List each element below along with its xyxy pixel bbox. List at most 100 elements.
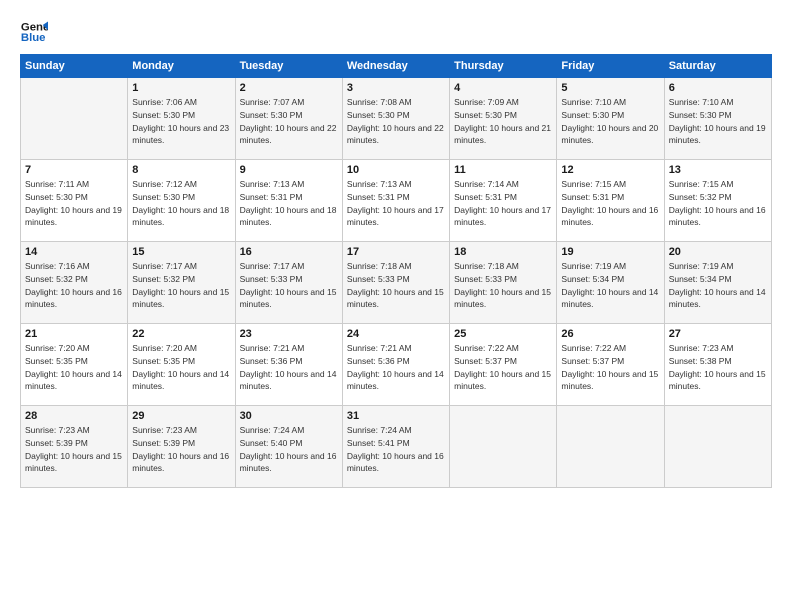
day-info: Sunrise: 7:21 AMSunset: 5:36 PMDaylight:…	[240, 343, 337, 391]
day-cell: 4 Sunrise: 7:09 AMSunset: 5:30 PMDayligh…	[450, 78, 557, 160]
day-info: Sunrise: 7:21 AMSunset: 5:36 PMDaylight:…	[347, 343, 444, 391]
day-info: Sunrise: 7:22 AMSunset: 5:37 PMDaylight:…	[561, 343, 658, 391]
week-row-1: 7 Sunrise: 7:11 AMSunset: 5:30 PMDayligh…	[21, 160, 772, 242]
weekday-header-monday: Monday	[128, 55, 235, 78]
weekday-header-tuesday: Tuesday	[235, 55, 342, 78]
day-cell: 8 Sunrise: 7:12 AMSunset: 5:30 PMDayligh…	[128, 160, 235, 242]
day-info: Sunrise: 7:13 AMSunset: 5:31 PMDaylight:…	[240, 179, 337, 227]
day-info: Sunrise: 7:19 AMSunset: 5:34 PMDaylight:…	[561, 261, 658, 309]
logo-icon: General Blue	[20, 18, 48, 46]
day-cell: 20 Sunrise: 7:19 AMSunset: 5:34 PMDaylig…	[664, 242, 771, 324]
day-cell: 30 Sunrise: 7:24 AMSunset: 5:40 PMDaylig…	[235, 406, 342, 488]
day-number: 2	[240, 82, 338, 94]
day-cell: 10 Sunrise: 7:13 AMSunset: 5:31 PMDaylig…	[342, 160, 449, 242]
day-info: Sunrise: 7:13 AMSunset: 5:31 PMDaylight:…	[347, 179, 444, 227]
day-info: Sunrise: 7:19 AMSunset: 5:34 PMDaylight:…	[669, 261, 766, 309]
day-number: 4	[454, 82, 552, 94]
day-number: 28	[25, 410, 123, 422]
day-number: 25	[454, 328, 552, 340]
day-cell: 15 Sunrise: 7:17 AMSunset: 5:32 PMDaylig…	[128, 242, 235, 324]
week-row-2: 14 Sunrise: 7:16 AMSunset: 5:32 PMDaylig…	[21, 242, 772, 324]
day-cell: 25 Sunrise: 7:22 AMSunset: 5:37 PMDaylig…	[450, 324, 557, 406]
weekday-header-friday: Friday	[557, 55, 664, 78]
day-cell: 22 Sunrise: 7:20 AMSunset: 5:35 PMDaylig…	[128, 324, 235, 406]
day-cell	[664, 406, 771, 488]
day-number: 1	[132, 82, 230, 94]
day-info: Sunrise: 7:15 AMSunset: 5:32 PMDaylight:…	[669, 179, 766, 227]
day-cell: 13 Sunrise: 7:15 AMSunset: 5:32 PMDaylig…	[664, 160, 771, 242]
day-info: Sunrise: 7:11 AMSunset: 5:30 PMDaylight:…	[25, 179, 122, 227]
day-number: 16	[240, 246, 338, 258]
week-row-3: 21 Sunrise: 7:20 AMSunset: 5:35 PMDaylig…	[21, 324, 772, 406]
weekday-header-sunday: Sunday	[21, 55, 128, 78]
day-cell: 24 Sunrise: 7:21 AMSunset: 5:36 PMDaylig…	[342, 324, 449, 406]
day-cell: 26 Sunrise: 7:22 AMSunset: 5:37 PMDaylig…	[557, 324, 664, 406]
day-info: Sunrise: 7:16 AMSunset: 5:32 PMDaylight:…	[25, 261, 122, 309]
calendar-table: SundayMondayTuesdayWednesdayThursdayFrid…	[20, 54, 772, 488]
day-cell: 16 Sunrise: 7:17 AMSunset: 5:33 PMDaylig…	[235, 242, 342, 324]
day-info: Sunrise: 7:17 AMSunset: 5:33 PMDaylight:…	[240, 261, 337, 309]
day-cell: 29 Sunrise: 7:23 AMSunset: 5:39 PMDaylig…	[128, 406, 235, 488]
page: General Blue SundayMondayTuesdayWednesda…	[0, 0, 792, 612]
day-info: Sunrise: 7:10 AMSunset: 5:30 PMDaylight:…	[561, 97, 658, 145]
day-cell: 2 Sunrise: 7:07 AMSunset: 5:30 PMDayligh…	[235, 78, 342, 160]
day-info: Sunrise: 7:22 AMSunset: 5:37 PMDaylight:…	[454, 343, 551, 391]
weekday-header-row: SundayMondayTuesdayWednesdayThursdayFrid…	[21, 55, 772, 78]
day-number: 10	[347, 164, 445, 176]
day-number: 19	[561, 246, 659, 258]
weekday-header-wednesday: Wednesday	[342, 55, 449, 78]
day-cell: 28 Sunrise: 7:23 AMSunset: 5:39 PMDaylig…	[21, 406, 128, 488]
day-cell: 14 Sunrise: 7:16 AMSunset: 5:32 PMDaylig…	[21, 242, 128, 324]
day-number: 5	[561, 82, 659, 94]
day-number: 21	[25, 328, 123, 340]
day-number: 14	[25, 246, 123, 258]
day-info: Sunrise: 7:07 AMSunset: 5:30 PMDaylight:…	[240, 97, 337, 145]
day-info: Sunrise: 7:18 AMSunset: 5:33 PMDaylight:…	[454, 261, 551, 309]
day-info: Sunrise: 7:24 AMSunset: 5:40 PMDaylight:…	[240, 425, 337, 473]
day-cell: 21 Sunrise: 7:20 AMSunset: 5:35 PMDaylig…	[21, 324, 128, 406]
day-number: 29	[132, 410, 230, 422]
day-number: 11	[454, 164, 552, 176]
day-number: 26	[561, 328, 659, 340]
day-cell: 3 Sunrise: 7:08 AMSunset: 5:30 PMDayligh…	[342, 78, 449, 160]
day-info: Sunrise: 7:23 AMSunset: 5:38 PMDaylight:…	[669, 343, 766, 391]
day-cell	[557, 406, 664, 488]
day-info: Sunrise: 7:06 AMSunset: 5:30 PMDaylight:…	[132, 97, 229, 145]
day-cell: 27 Sunrise: 7:23 AMSunset: 5:38 PMDaylig…	[664, 324, 771, 406]
day-info: Sunrise: 7:14 AMSunset: 5:31 PMDaylight:…	[454, 179, 551, 227]
day-number: 27	[669, 328, 767, 340]
day-cell: 19 Sunrise: 7:19 AMSunset: 5:34 PMDaylig…	[557, 242, 664, 324]
day-number: 12	[561, 164, 659, 176]
day-cell	[21, 78, 128, 160]
day-info: Sunrise: 7:18 AMSunset: 5:33 PMDaylight:…	[347, 261, 444, 309]
weekday-header-saturday: Saturday	[664, 55, 771, 78]
day-info: Sunrise: 7:17 AMSunset: 5:32 PMDaylight:…	[132, 261, 229, 309]
day-number: 20	[669, 246, 767, 258]
day-number: 22	[132, 328, 230, 340]
svg-text:Blue: Blue	[21, 32, 46, 44]
day-cell: 17 Sunrise: 7:18 AMSunset: 5:33 PMDaylig…	[342, 242, 449, 324]
day-cell: 5 Sunrise: 7:10 AMSunset: 5:30 PMDayligh…	[557, 78, 664, 160]
week-row-4: 28 Sunrise: 7:23 AMSunset: 5:39 PMDaylig…	[21, 406, 772, 488]
day-cell: 9 Sunrise: 7:13 AMSunset: 5:31 PMDayligh…	[235, 160, 342, 242]
day-number: 24	[347, 328, 445, 340]
day-info: Sunrise: 7:09 AMSunset: 5:30 PMDaylight:…	[454, 97, 551, 145]
day-number: 9	[240, 164, 338, 176]
day-number: 17	[347, 246, 445, 258]
day-number: 7	[25, 164, 123, 176]
day-info: Sunrise: 7:12 AMSunset: 5:30 PMDaylight:…	[132, 179, 229, 227]
day-info: Sunrise: 7:10 AMSunset: 5:30 PMDaylight:…	[669, 97, 766, 145]
day-number: 15	[132, 246, 230, 258]
day-cell: 1 Sunrise: 7:06 AMSunset: 5:30 PMDayligh…	[128, 78, 235, 160]
day-number: 18	[454, 246, 552, 258]
day-info: Sunrise: 7:23 AMSunset: 5:39 PMDaylight:…	[132, 425, 229, 473]
day-cell: 12 Sunrise: 7:15 AMSunset: 5:31 PMDaylig…	[557, 160, 664, 242]
day-number: 13	[669, 164, 767, 176]
day-info: Sunrise: 7:15 AMSunset: 5:31 PMDaylight:…	[561, 179, 658, 227]
day-number: 3	[347, 82, 445, 94]
day-cell: 6 Sunrise: 7:10 AMSunset: 5:30 PMDayligh…	[664, 78, 771, 160]
header: General Blue	[20, 18, 772, 46]
day-cell: 7 Sunrise: 7:11 AMSunset: 5:30 PMDayligh…	[21, 160, 128, 242]
day-number: 30	[240, 410, 338, 422]
day-info: Sunrise: 7:24 AMSunset: 5:41 PMDaylight:…	[347, 425, 444, 473]
